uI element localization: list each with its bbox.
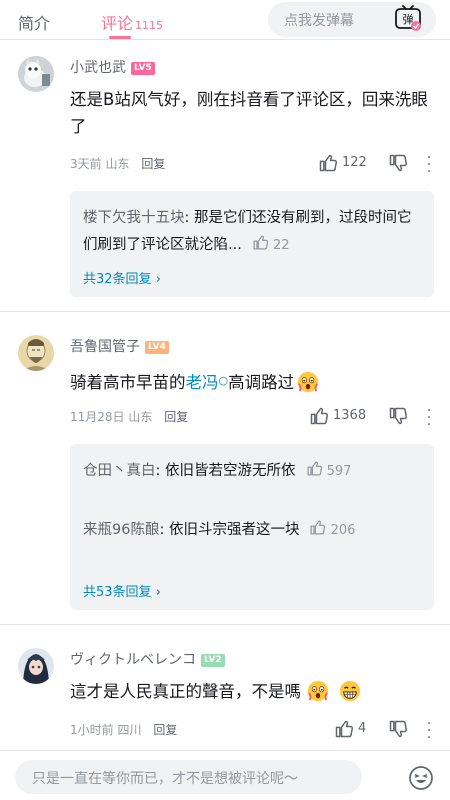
- comment-text: 还是B站风气好，刚在抖音看了评论区，回来洗眼了: [70, 90, 428, 136]
- more-options-button[interactable]: · · ·: [424, 151, 434, 179]
- reply-like-count: 597: [326, 464, 352, 479]
- danmu-toggle-button[interactable]: 弹: [393, 3, 423, 33]
- thumb-up-icon: [318, 153, 338, 173]
- avatar[interactable]: [18, 335, 54, 371]
- thumb-up-icon: [309, 406, 329, 426]
- reply-item: 仓田丶真白: 依旧皆若空游无所依 597: [83, 458, 423, 485]
- dislike-button[interactable]: [388, 406, 408, 430]
- avatar[interactable]: [18, 648, 54, 684]
- thumb-down-icon: [388, 153, 408, 173]
- username[interactable]: ヴィクトルベレンコ LV2: [70, 649, 225, 669]
- thumb-down-icon: [388, 406, 408, 426]
- like-button[interactable]: 122: [318, 152, 367, 173]
- reply-like-count: 206: [330, 523, 356, 538]
- reply-like[interactable]: 22: [252, 232, 290, 259]
- comment-location: 四川: [117, 723, 142, 737]
- comment-time: 3天前: [70, 157, 102, 171]
- reply-author[interactable]: 来瓶96陈酿: [83, 522, 159, 538]
- reply-like[interactable]: 206: [309, 517, 355, 544]
- comment-meta: 3天前 山东 回复: [70, 155, 165, 172]
- comment-input-placeholder: 只是一直在等你而已，才不是想被评论呢～: [32, 771, 298, 787]
- more-options-button[interactable]: · · ·: [424, 717, 434, 745]
- thumb-up-icon: [306, 460, 323, 477]
- comment-actions: 4 · · ·: [318, 717, 438, 745]
- search-icon: ○: [218, 374, 229, 387]
- comment-text: 骑着高市早苗的老冯○高调路过: [70, 367, 430, 396]
- chevron-right-icon: ›: [155, 585, 161, 600]
- reply-button[interactable]: 回复: [164, 410, 188, 424]
- chevron-right-icon: ›: [155, 272, 161, 287]
- thumb-up-icon: [252, 234, 269, 251]
- dislike-button[interactable]: [388, 719, 408, 743]
- comment-time: 11月28日: [70, 410, 125, 424]
- comment-location: 山东: [128, 410, 153, 424]
- emoji-icon: [409, 766, 433, 790]
- thumb-up-icon: [334, 719, 354, 739]
- username[interactable]: 吾鲁国管子 LV4: [70, 336, 169, 356]
- like-button[interactable]: 1368: [309, 405, 366, 426]
- reply-preview[interactable]: 仓田丶真白: 依旧皆若空游无所依 597 来瓶96陈酿: 依旧斗宗强者这一块 2…: [70, 444, 434, 610]
- level-badge: LV5: [131, 62, 155, 75]
- view-more-replies[interactable]: 共32条回复 ›: [83, 268, 161, 287]
- thumb-up-icon: [309, 519, 326, 536]
- comment-input[interactable]: 只是一直在等你而已，才不是想被评论呢～: [15, 760, 362, 794]
- reply-text: 依旧皆若空游无所依: [165, 463, 296, 479]
- tab-comments-label: 评论: [101, 14, 134, 33]
- divider: [0, 311, 450, 312]
- reply-button[interactable]: 回复: [153, 723, 177, 737]
- like-button[interactable]: 4: [334, 718, 366, 739]
- comment-count: 1115: [135, 19, 164, 32]
- danmu-placeholder: 点我发弹幕: [284, 13, 354, 29]
- danmu-icon: 弹: [395, 5, 421, 31]
- reply-author[interactable]: 仓田丶真白: [83, 463, 156, 479]
- dislike-button[interactable]: [388, 153, 408, 177]
- comment-time: 1小时前: [70, 723, 114, 737]
- reply-item: 来瓶96陈酿: 依旧斗宗强者这一块 206: [83, 517, 423, 544]
- tab-intro[interactable]: 简介: [18, 10, 50, 34]
- reply-author[interactable]: 楼下欠我十五块: [83, 210, 185, 226]
- username[interactable]: 小武也武 LV5: [70, 57, 155, 77]
- thumb-down-icon: [388, 719, 408, 739]
- reply-like[interactable]: 597: [306, 458, 352, 485]
- view-more-replies[interactable]: 共53条回复 ›: [83, 581, 161, 600]
- like-count: 1368: [333, 408, 367, 423]
- reply-preview[interactable]: 楼下欠我十五块: 那是它们还没有刷到，过段时间它们刷到了评论区就沦陷... 22…: [70, 191, 434, 297]
- comment-text: 這才是人民真正的聲音，不是嗎: [70, 678, 430, 705]
- search-link[interactable]: 老冯○: [186, 373, 229, 392]
- avatar[interactable]: [18, 56, 54, 92]
- reply-text: 依旧斗宗强者这一块: [168, 522, 300, 538]
- top-tab-bar: 简介 评论 1115 点我发弹幕 弹: [0, 0, 450, 40]
- tab-comments[interactable]: 评论 1115: [101, 10, 163, 34]
- comment-meta: 1小时前 四川 回复: [70, 721, 177, 738]
- active-tab-indicator: [109, 36, 131, 39]
- emoji-picker-button[interactable]: [408, 765, 434, 791]
- more-options-button[interactable]: · · ·: [424, 404, 434, 432]
- scared-emoji-icon: [297, 371, 319, 393]
- divider: [0, 624, 450, 625]
- comment-actions: 1368 · · ·: [318, 404, 438, 432]
- comment-meta: 11月28日 山东 回复: [70, 408, 188, 425]
- like-count: 122: [342, 155, 367, 170]
- reply-item: 楼下欠我十五块: 那是它们还没有刷到，过段时间它们刷到了评论区就沦陷... 22: [83, 205, 423, 259]
- level-badge: LV2: [201, 654, 225, 667]
- level-badge: LV4: [145, 341, 169, 354]
- reply-button[interactable]: 回复: [141, 157, 165, 171]
- comment-location: 山东: [105, 157, 130, 171]
- reply-like-count: 22: [272, 238, 290, 253]
- comment-actions: 122 · · ·: [318, 151, 438, 179]
- like-count: 4: [358, 721, 367, 736]
- grin-emoji-icon: [339, 680, 361, 702]
- scared-emoji-icon: [307, 680, 329, 702]
- comment-input-bar: 只是一直在等你而已，才不是想被评论呢～: [0, 750, 450, 800]
